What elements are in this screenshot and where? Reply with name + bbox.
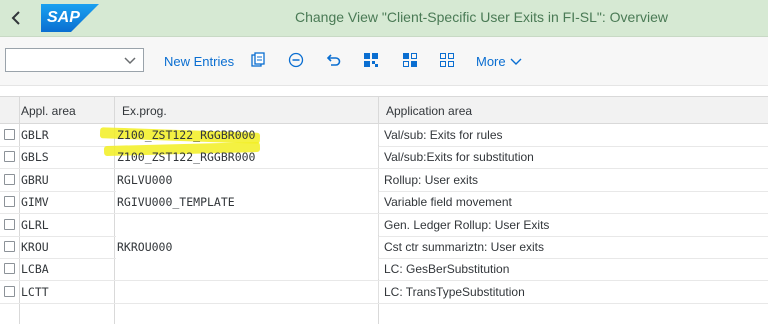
cell-ex-prog: RGIVU000_TEMPLATE: [117, 195, 235, 210]
copy-icon[interactable]: [249, 51, 267, 69]
table-row[interactable]: LCTT LC: TransTypeSubstitution: [0, 280, 768, 304]
column-header-ex-prog[interactable]: Ex.prog.: [122, 104, 167, 118]
cell-application-area: Cst ctr summariztn: User exits: [384, 240, 545, 254]
table-row[interactable]: KROU RKROU000 Cst ctr summariztn: User exi…: [0, 236, 768, 259]
column-header-appl-area[interactable]: Appl. area: [21, 104, 76, 118]
row-select-checkbox[interactable]: [4, 151, 15, 163]
cell-appl-area: GLRL: [21, 217, 49, 232]
sap-logo-text: SAP: [47, 9, 80, 26]
cell-ex-prog: Z100_ZST122_RGGBR000: [117, 150, 256, 165]
more-button[interactable]: More: [476, 50, 523, 72]
select-all-icon[interactable]: [362, 51, 380, 69]
cell-application-area: Val/sub: Exits for rules: [384, 128, 503, 142]
row-select-checkbox[interactable]: [4, 218, 15, 230]
table-row[interactable]: LCBA LC: GesBerSubstitution: [0, 258, 768, 282]
cell-application-area: Gen. Ledger Rollup: User Exits: [384, 217, 550, 232]
cell-application-area: LC: TransTypeSubstitution: [384, 284, 525, 299]
column-header-application-area[interactable]: Application area: [386, 104, 472, 118]
chevron-left-icon: [11, 11, 20, 25]
delete-icon[interactable]: [287, 51, 305, 69]
undo-icon[interactable]: [325, 51, 343, 69]
cell-ex-prog: RKROU000: [117, 240, 173, 254]
variant-select[interactable]: [5, 48, 144, 72]
row-select-checkbox[interactable]: [4, 173, 15, 185]
cell-appl-area: GBLR: [21, 128, 49, 142]
row-select-checkbox[interactable]: [4, 263, 15, 275]
more-label: More: [476, 53, 506, 69]
chevron-down-icon: [124, 57, 136, 65]
cell-ex-prog-input[interactable]: [116, 213, 379, 235]
cell-appl-area: LCTT: [21, 284, 49, 299]
cell-appl-area: GIMV: [21, 195, 49, 210]
cell-appl-area: KROU: [21, 240, 49, 254]
table-row[interactable]: GLRL Gen. Ledger Rollup: User Exits: [0, 213, 768, 237]
cell-ex-prog-input[interactable]: [116, 280, 379, 302]
page-title: Change View "Client-Specific User Exits …: [294, 9, 668, 25]
table-header: Appl. area Ex.prog. Application area: [0, 96, 768, 124]
back-button[interactable]: [6, 7, 26, 29]
select-block-icon[interactable]: [401, 51, 419, 69]
cell-application-area: Variable field movement: [384, 195, 512, 210]
cell-application-area: Val/sub:Exits for substitution: [384, 150, 534, 165]
row-select-checkbox[interactable]: [4, 196, 15, 208]
new-entries-button[interactable]: New Entries: [164, 50, 234, 72]
table-row[interactable]: GBRU RGLVU000 Rollup: User exits: [0, 168, 768, 192]
table-row[interactable]: GBLR Z100_ZST122_RGGBR000 Val/sub: Exits f…: [0, 124, 768, 147]
cell-appl-area: GBLS: [21, 150, 49, 165]
row-select-checkbox[interactable]: [4, 285, 15, 297]
cell-application-area: Rollup: User exits: [384, 172, 479, 187]
cell-ex-prog-input[interactable]: [116, 258, 379, 280]
title-bar: SAP Change View "Client-Specific User Ex…: [0, 0, 768, 37]
chevron-down-icon: [510, 58, 522, 65]
deselect-all-icon[interactable]: [438, 51, 456, 69]
table-row[interactable]: GIMV RGIVU000_TEMPLATE Variable field move…: [0, 191, 768, 215]
cell-ex-prog: RGLVU000: [117, 172, 173, 187]
row-select-checkbox[interactable]: [4, 241, 15, 252]
row-select-checkbox[interactable]: [4, 129, 15, 140]
sap-logo: SAP: [41, 4, 99, 32]
table-row[interactable]: GBLS Z100_ZST122_RGGBR000 Val/sub:Exits fo…: [0, 142, 768, 170]
cell-appl-area: GBRU: [21, 172, 49, 187]
cell-application-area: LC: GesBerSubstitution: [384, 262, 510, 277]
toolbar: New Entries More: [0, 37, 768, 86]
cell-appl-area: LCBA: [21, 262, 49, 277]
cell-ex-prog: Z100_ZST122_RGGBR000: [117, 128, 256, 142]
